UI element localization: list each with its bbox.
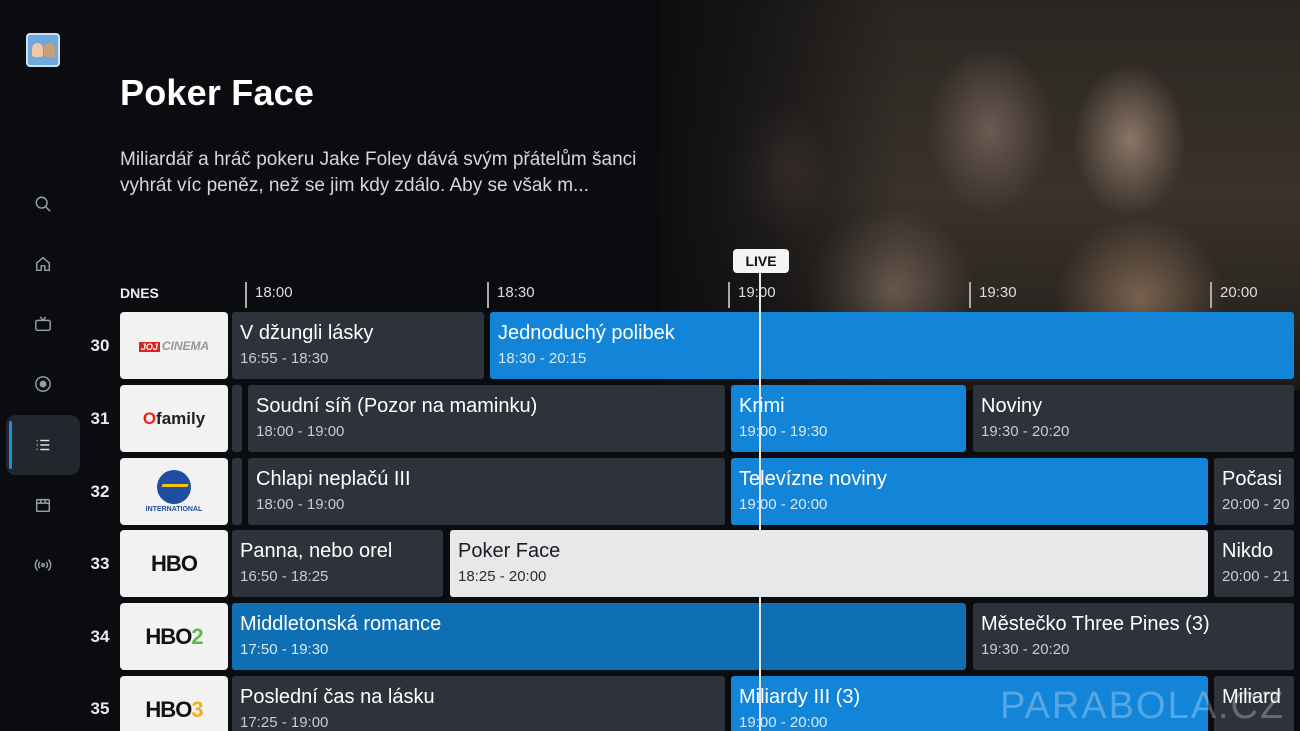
program-cell[interactable]: Middletonská romance 17:50 - 19:30: [232, 603, 966, 670]
day-label: DNES: [120, 285, 159, 301]
joj-cinema-logo: JOJ CINEMA: [138, 338, 210, 353]
record-icon: [35, 376, 51, 392]
tv-icon: [35, 316, 51, 332]
channel-number: 32: [90, 482, 110, 501]
channel-logo-joj-cinema[interactable]: JOJ CINEMA: [120, 312, 228, 379]
hbo2-logo: HBO2: [145, 623, 203, 649]
time-tick: 18:30: [487, 282, 535, 308]
program-cell-stub[interactable]: [232, 458, 242, 525]
international-logo: INTERNATIONAL: [146, 470, 202, 513]
program-cell[interactable]: Krimi 19:00 - 19:30: [731, 385, 966, 452]
program-cell[interactable]: Soudní síň (Pozor na maminku) 18:00 - 19:…: [248, 385, 725, 452]
time-tick: 19:00: [728, 282, 776, 308]
channel-number: 34: [90, 627, 110, 646]
channel-logo-hbo3[interactable]: HBO3: [120, 676, 228, 731]
program-cell-selected[interactable]: Poker Face 18:25 - 20:00: [450, 530, 1208, 597]
sidebar: [0, 0, 84, 731]
program-description: Miliardář a hráč pokeru Jake Foley dává …: [120, 149, 637, 196]
movie-icon: [35, 498, 51, 513]
sidebar-item-recordings[interactable]: [6, 354, 80, 414]
channel-logo-family[interactable]: Ofamily: [120, 385, 228, 452]
program-cell[interactable]: Městečko Three Pines (3) 19:30 - 20:20: [973, 603, 1294, 670]
search-icon: [35, 196, 51, 212]
list-icon: [36, 439, 50, 451]
profile-avatar[interactable]: [26, 33, 60, 67]
program-cell[interactable]: Poslední čas na lásku 17:25 - 19:00: [232, 676, 725, 731]
time-tick: 18:00: [245, 282, 293, 308]
sidebar-item-home[interactable]: [6, 234, 80, 294]
program-cell[interactable]: Chlapi neplačú III 18:00 - 19:00: [248, 458, 725, 525]
program-cell-stub[interactable]: [232, 385, 242, 452]
program-cell[interactable]: Televízne noviny 19:00 - 20:00: [731, 458, 1208, 525]
family-logo: Ofamily: [142, 408, 206, 428]
channel-number: 30: [90, 336, 110, 355]
hbo-logo: HBO: [151, 550, 198, 576]
program-cell[interactable]: V džungli lásky 16:55 - 18:30: [232, 312, 484, 379]
live-time-indicator: [759, 268, 761, 731]
broadcast-icon: [34, 559, 52, 571]
program-title: Poker Face: [120, 72, 315, 113]
watermark: PARABOLA.CZ: [1000, 685, 1286, 727]
time-tick: 20:00: [1210, 282, 1258, 308]
program-cell[interactable]: Nikdo 20:00 - 21: [1214, 530, 1294, 597]
hbo3-logo: HBO3: [145, 696, 203, 722]
sidebar-item-tv-guide[interactable]: [6, 415, 80, 475]
program-cell[interactable]: Noviny 19:30 - 20:20: [973, 385, 1294, 452]
sidebar-item-movies[interactable]: [6, 475, 80, 535]
home-icon: [35, 256, 51, 272]
channel-number: 33: [90, 554, 110, 573]
sidebar-item-radio[interactable]: [6, 535, 80, 595]
program-cell[interactable]: Počasi 20:00 - 20: [1214, 458, 1294, 525]
channel-logo-hbo2[interactable]: HBO2: [120, 603, 228, 670]
channel-number: 35: [90, 699, 110, 718]
program-cell[interactable]: Jednoduchý polibek 18:30 - 20:15: [490, 312, 1294, 379]
channel-number: 31: [90, 409, 110, 428]
live-badge: LIVE: [733, 249, 789, 273]
program-cell[interactable]: Panna, nebo orel 16:50 - 18:25: [232, 530, 443, 597]
channel-logo-international[interactable]: INTERNATIONAL: [120, 458, 228, 525]
time-tick: 19:30: [969, 282, 1017, 308]
sidebar-item-tv[interactable]: [6, 294, 80, 354]
channel-logo-hbo[interactable]: HBO: [120, 530, 228, 597]
sidebar-item-search[interactable]: [6, 174, 80, 234]
